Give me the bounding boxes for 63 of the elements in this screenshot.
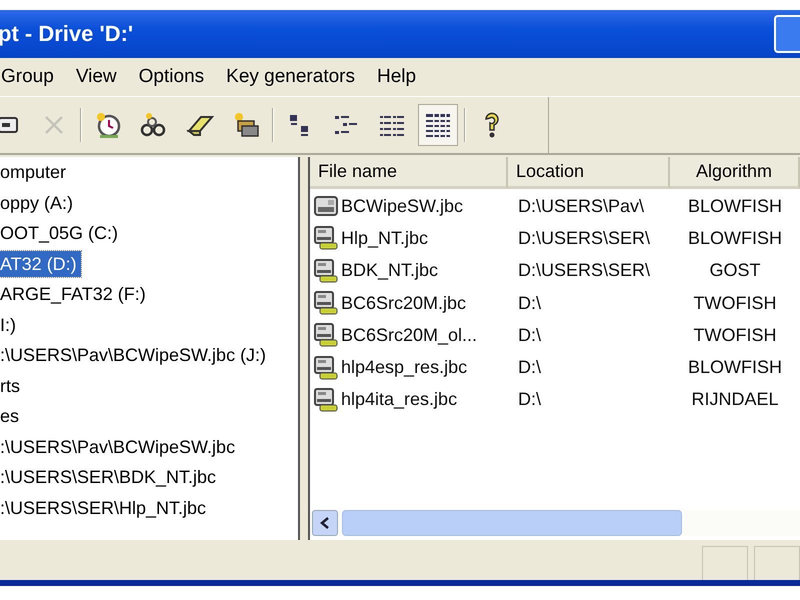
table-cell-text: D:\ xyxy=(517,324,542,346)
drive-icon xyxy=(314,194,338,218)
table-cell-text: D:\ xyxy=(517,389,542,410)
menu-item[interactable]: Group xyxy=(1,66,54,88)
chevron-left-icon xyxy=(319,516,331,530)
tree-item[interactable]: OOT_05G (C:) xyxy=(0,220,122,250)
table-cell-text: D:\ xyxy=(517,357,542,378)
key-drive-icon xyxy=(314,290,338,316)
table-cell: BLOWFISH xyxy=(688,196,782,217)
table-cell: BLOWFISH xyxy=(688,357,782,378)
key-drive-icon xyxy=(314,225,338,252)
scroll-left-button[interactable] xyxy=(312,510,338,536)
table-cell-text: D:\USERS\Pav\ xyxy=(517,196,646,217)
menu-item[interactable]: View xyxy=(76,66,117,88)
table-cell: TWOFISH xyxy=(694,292,776,314)
tree-item[interactable]: :\USERS\SER\Hlp_NT.jbc xyxy=(0,494,210,525)
key-drive-icon xyxy=(314,322,338,348)
toolbar-button[interactable] xyxy=(418,104,458,146)
details-view-icon xyxy=(424,112,452,138)
table-cell-text: D:\ xyxy=(517,292,542,314)
column-header[interactable]: File name xyxy=(310,157,508,189)
key-drive-icon xyxy=(314,386,338,413)
key-drive-icon xyxy=(314,354,338,381)
tree-item[interactable]: :\USERS\Pav\BCWipeSW.jbc (J:) xyxy=(0,342,270,372)
clock-icon xyxy=(94,111,122,139)
key-drive-icon xyxy=(314,258,338,284)
file-name[interactable]: BC6Src20M_ol... xyxy=(341,324,478,346)
file-name[interactable]: BCWipeSW.jbc xyxy=(341,196,464,217)
column-header[interactable]: Algorithm xyxy=(670,157,800,189)
file-name[interactable]: hlp4ita_res.jbc xyxy=(341,389,458,410)
table-cell-text: D:\USERS\SER\ xyxy=(517,228,652,249)
eraser-icon xyxy=(186,113,214,137)
tree-item[interactable]: I:) xyxy=(0,312,20,342)
close-icon xyxy=(43,114,65,136)
file-name[interactable]: BDK_NT.jbc xyxy=(341,260,438,282)
table-cell: BLOWFISH xyxy=(688,228,782,249)
file-name[interactable]: BC6Src20M.jbc xyxy=(341,292,466,314)
tree-item[interactable]: oppy (A:) xyxy=(0,190,78,220)
minimize-button[interactable] xyxy=(774,15,800,53)
tree-item[interactable]: :\USERS\Pav\BCWipeSW.jbc xyxy=(0,434,240,464)
table-cell-text: D:\USERS\SER\ xyxy=(517,260,652,282)
list-view-icon xyxy=(378,113,406,137)
file-name[interactable]: hlp4esp_res.jbc xyxy=(341,357,468,378)
status-panel xyxy=(702,546,748,580)
column-header[interactable]: Location xyxy=(508,157,670,189)
tree-item[interactable]: AT32 (D:) xyxy=(0,250,81,276)
tree-item[interactable]: es xyxy=(0,403,24,434)
tree-item[interactable]: :\USERS\SER\BDK_NT.jbc xyxy=(0,464,220,494)
scroll-thumb[interactable] xyxy=(342,510,682,536)
drive-stack-icon xyxy=(232,111,260,139)
menu-item[interactable]: Help xyxy=(377,66,416,88)
table-cell: TWOFISH xyxy=(694,324,776,346)
menu-item[interactable]: Key generators xyxy=(226,66,355,88)
status-panel xyxy=(754,546,800,580)
window-icon xyxy=(0,115,18,135)
menu-item[interactable]: Options xyxy=(138,66,204,88)
tree-item[interactable]: rts xyxy=(0,372,24,403)
small-icons-view-icon xyxy=(333,113,359,137)
file-name[interactable]: Hlp_NT.jbc xyxy=(341,228,428,249)
table-cell: RIJNDAEL xyxy=(691,389,779,410)
tree-item[interactable]: omputer xyxy=(0,159,70,190)
tree-item[interactable]: ARGE_FAT32 (F:) xyxy=(0,281,150,312)
table-cell: GOST xyxy=(709,260,760,282)
